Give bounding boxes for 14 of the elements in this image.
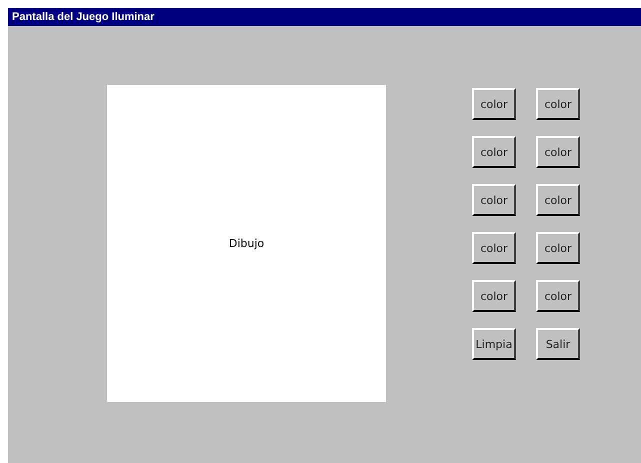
color-button[interactable]: color: [536, 232, 580, 264]
color-button[interactable]: color: [472, 232, 516, 264]
canvas-label: Dibujo: [228, 237, 264, 250]
color-button[interactable]: color: [472, 184, 516, 216]
color-button[interactable]: color: [472, 88, 516, 120]
window-title: Pantalla del Juego Iluminar: [8, 8, 641, 26]
color-button[interactable]: Limpia: [472, 328, 516, 360]
color-button[interactable]: color: [536, 184, 580, 216]
color-button[interactable]: color: [472, 280, 516, 312]
color-button[interactable]: color: [536, 280, 580, 312]
color-button[interactable]: color: [472, 136, 516, 168]
color-button[interactable]: color: [536, 88, 580, 120]
color-button[interactable]: color: [536, 136, 580, 168]
color-button[interactable]: Salir: [536, 328, 580, 360]
